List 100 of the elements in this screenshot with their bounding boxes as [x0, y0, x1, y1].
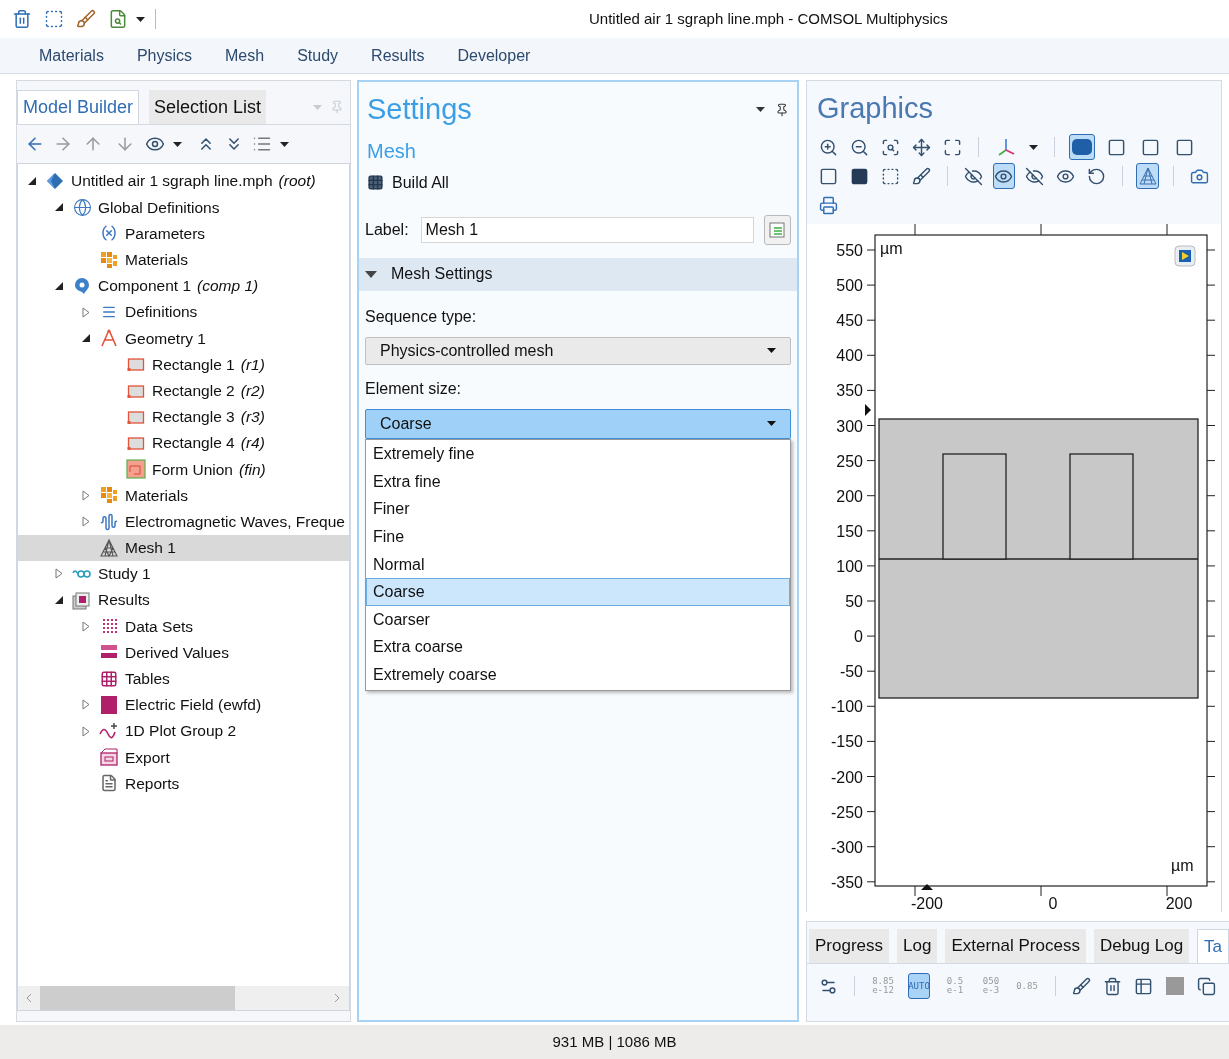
settings-icon[interactable] [819, 976, 838, 996]
dropdown-option[interactable]: Fine [366, 523, 790, 551]
tree-item[interactable]: Tables [18, 665, 349, 692]
square-icon[interactable] [1165, 976, 1185, 996]
ribbon-tab[interactable]: Study [297, 43, 339, 68]
horizontal-scrollbar[interactable] [18, 986, 349, 1010]
dropdown-option[interactable]: Extremely coarse [366, 661, 790, 689]
collapse-arrow[interactable] [55, 596, 63, 605]
tree-item[interactable]: Rectangle 1 (r1) [18, 351, 349, 378]
tree-item[interactable]: Global Definitions [18, 194, 349, 221]
broom-icon[interactable] [1072, 976, 1091, 996]
fit-icon[interactable] [943, 137, 962, 157]
collapse-arrow[interactable] [82, 334, 90, 343]
tree-item[interactable]: 1D Plot Group 2 [18, 717, 349, 745]
panel-tab[interactable]: Selection List [149, 90, 267, 124]
pin-icon[interactable] [775, 102, 789, 117]
selection-box-icon[interactable] [881, 166, 900, 186]
tree-item[interactable]: Results [18, 587, 349, 614]
panel-tab[interactable]: Model Builder [17, 90, 140, 124]
move-icon[interactable] [912, 137, 931, 157]
camera-icon[interactable] [1190, 166, 1209, 186]
tree-item[interactable]: Parameters [18, 220, 349, 247]
tree-item[interactable]: Electromagnetic Waves, Freque [18, 508, 349, 535]
expand-arrow[interactable] [82, 620, 90, 632]
panel-tab[interactable]: Debug Log [1093, 929, 1190, 963]
section-header[interactable]: Mesh Settings [359, 257, 797, 291]
caret-icon[interactable] [136, 16, 145, 22]
panel-tab[interactable]: External Process [945, 929, 1086, 963]
build-all-button[interactable]: Build All [359, 169, 457, 196]
collapse-arrow[interactable] [28, 177, 36, 186]
caret-icon[interactable] [767, 348, 776, 353]
expand-arrow[interactable] [82, 489, 90, 501]
zoom-out-icon[interactable] [850, 137, 869, 157]
expand-arrow[interactable] [82, 725, 90, 737]
printer-icon[interactable] [819, 195, 838, 215]
tree-item[interactable]: Geometry 1 [18, 325, 349, 352]
dropdown-option[interactable]: Coarser [366, 606, 790, 634]
list-icon[interactable] [252, 134, 272, 154]
caret-icon[interactable] [280, 141, 289, 147]
collapse-arrow[interactable] [55, 203, 63, 212]
zoom-in-icon[interactable] [819, 137, 838, 157]
find-icon[interactable] [108, 9, 128, 29]
collapse-arrow[interactable] [365, 270, 377, 278]
tree-item[interactable]: Form Union (fin) [18, 456, 349, 483]
mesh-icon [99, 537, 119, 558]
tree-item[interactable]: Reports [18, 770, 349, 797]
panel-tab[interactable]: Log [897, 929, 938, 963]
tree-item[interactable]: Export [18, 744, 349, 771]
dropdown-option[interactable]: Finer [366, 495, 790, 524]
expand-arrow[interactable] [82, 306, 90, 318]
dropdown-option[interactable]: Extremely fine [366, 440, 790, 469]
trash-icon[interactable] [1103, 976, 1122, 996]
sequence-type-select[interactable]: Physics-controlled mesh [365, 336, 791, 365]
expand-arrow[interactable] [55, 568, 63, 580]
tree-item[interactable]: Electric Field (ewfd) [18, 691, 349, 718]
expand-arrow[interactable] [82, 516, 90, 528]
collapse-arrow[interactable] [55, 281, 63, 290]
tree-item[interactable]: Data Sets [18, 613, 349, 640]
tree-item[interactable]: Derived Values [18, 639, 349, 666]
panel-tab[interactable]: Progress [809, 929, 890, 963]
reset-icon[interactable] [1086, 166, 1106, 186]
panel-tab[interactable]: Ta [1197, 929, 1229, 963]
ribbon-tab[interactable]: Mesh [225, 43, 265, 68]
broom-icon[interactable] [76, 9, 96, 29]
element-size-select[interactable]: Coarse [365, 408, 791, 439]
dropdown-option[interactable]: Coarse [366, 578, 790, 607]
tree-item[interactable]: Study 1 [18, 560, 349, 587]
ribbon-tab[interactable]: Physics [136, 43, 193, 68]
tree-item[interactable]: Untitled air 1 sgraph line.mph (root) [18, 168, 349, 195]
tree-item[interactable]: Component 1 (comp 1) [18, 272, 349, 299]
number-format-button[interactable]: AUTO [908, 973, 930, 999]
eye-icon[interactable] [145, 134, 165, 154]
tree-item[interactable]: Definitions [18, 298, 349, 326]
expand-arrow[interactable] [82, 699, 90, 711]
caret-icon[interactable] [767, 421, 776, 426]
window-title: Untitled air 1 sgraph line.mph - COMSOL Multiphysics [589, 8, 948, 29]
copy-icon[interactable] [1197, 976, 1216, 996]
caret-icon[interactable] [1029, 144, 1038, 150]
ribbon-tab[interactable]: Materials [39, 43, 104, 68]
broom-icon[interactable] [912, 166, 931, 186]
tree-item[interactable]: Rectangle 2 (r2) [18, 377, 349, 404]
ribbon-tab[interactable]: Developer [457, 43, 531, 68]
tree-item[interactable]: Rectangle 4 (r4) [18, 429, 349, 457]
tree-item[interactable]: Rectangle 3 (r3) [18, 403, 349, 430]
trash-icon[interactable] [12, 9, 32, 29]
label-field[interactable]: Mesh 1 [420, 216, 754, 243]
caret-icon[interactable] [173, 141, 182, 147]
zoom-box-icon[interactable] [881, 137, 900, 157]
dropdown-option[interactable]: Normal [366, 550, 790, 579]
dropdown-option[interactable]: Extra coarse [366, 633, 790, 662]
cube-icon[interactable] [1174, 245, 1196, 266]
table-icon[interactable] [1134, 976, 1153, 996]
tree-item[interactable]: Mesh 1 [18, 534, 349, 561]
tree-item[interactable]: Materials [18, 246, 349, 273]
scrollbar-thumb[interactable] [40, 986, 235, 1010]
tree-item[interactable]: Materials [18, 482, 349, 509]
selection-box-icon[interactable] [44, 9, 64, 29]
menu-caret-icon[interactable] [756, 107, 765, 113]
ribbon-tab[interactable]: Results [371, 43, 425, 68]
dropdown-option[interactable]: Extra fine [366, 468, 790, 496]
